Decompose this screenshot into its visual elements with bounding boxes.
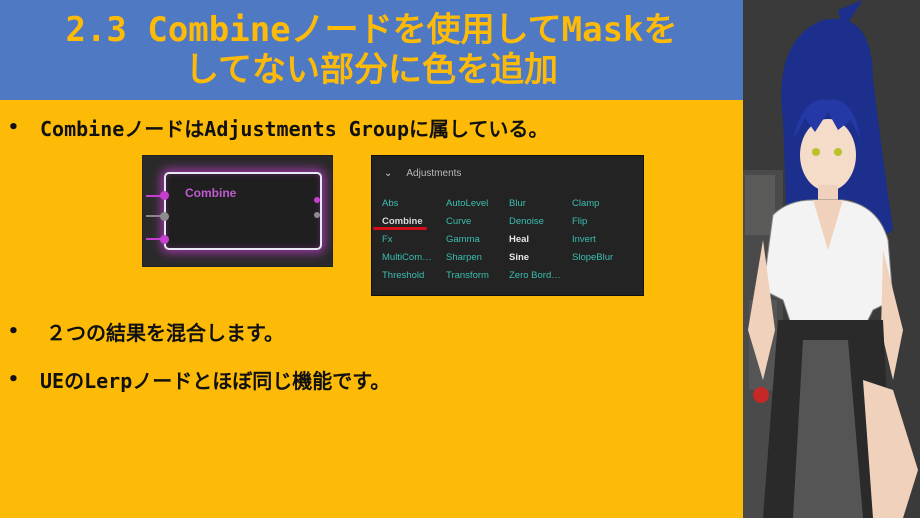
adjustments-header[interactable]: ⌄ Adjustments — [384, 168, 461, 179]
slide: 2.3 Combineノードを使用してMaskを してない部分に色を追加 • C… — [0, 0, 743, 518]
bullet-text: ２つの結果を混合します。 — [46, 320, 284, 345]
node-item-flip[interactable]: Flip — [572, 216, 587, 227]
node-title: Combine — [185, 186, 237, 200]
bullet-text: UEのLerpノードとほぼ同じ機能です。 — [40, 368, 391, 393]
node-item-denoise[interactable]: Denoise — [509, 216, 544, 227]
input-pin-background[interactable] — [160, 212, 169, 221]
bullet-text: CombineノードはAdjustments Groupに属している。 — [40, 116, 549, 141]
node-item-clamp[interactable]: Clamp — [572, 198, 599, 209]
node-item-abs[interactable]: Abs — [382, 198, 398, 209]
title-line-1: 2.3 Combineノードを使用してMaskを — [65, 10, 678, 50]
slide-title: 2.3 Combineノードを使用してMaskを してない部分に色を追加 — [65, 10, 677, 90]
input-pin-mask[interactable] — [160, 235, 169, 244]
node-item-curve[interactable]: Curve — [446, 216, 471, 227]
bullet-mark: • — [8, 368, 19, 390]
title-line-2: してない部分に色を追加 — [185, 50, 558, 90]
output-pin[interactable] — [314, 197, 320, 203]
node-item-blur[interactable]: Blur — [509, 198, 526, 209]
character-illustration — [743, 0, 920, 518]
node-item-transform[interactable]: Transform — [446, 270, 489, 281]
node-item-slopeblur[interactable]: SlopeBlur — [572, 252, 613, 263]
character-illustration-svg — [743, 0, 918, 518]
node-item-threshold[interactable]: Threshold — [382, 270, 424, 281]
node-item-invert[interactable]: Invert — [572, 234, 596, 245]
chevron-down-icon: ⌄ — [384, 168, 393, 179]
highlight-underline — [373, 227, 427, 230]
node-item-multicombine[interactable]: MultiCom… — [382, 252, 432, 263]
output-pin[interactable] — [314, 212, 320, 218]
node-item-combine[interactable]: Combine — [382, 216, 423, 227]
node-item-autolevel[interactable]: AutoLevel — [446, 198, 488, 209]
node-item-sine[interactable]: Sine — [509, 252, 529, 263]
node-item-gamma[interactable]: Gamma — [446, 234, 480, 245]
bullet-mark: • — [8, 320, 19, 342]
adjustments-panel: ⌄ Adjustments Abs AutoLevel Blur Clamp C… — [372, 156, 643, 295]
title-bar: 2.3 Combineノードを使用してMaskを してない部分に色を追加 — [0, 0, 743, 100]
adjustments-header-label: Adjustments — [406, 168, 462, 179]
node-item-sharpen[interactable]: Sharpen — [446, 252, 482, 263]
combine-node[interactable]: Combine — [164, 172, 322, 250]
combine-node-screenshot: Combine — [143, 156, 332, 266]
node-item-fx[interactable]: Fx — [382, 234, 393, 245]
node-item-heal[interactable]: Heal — [509, 234, 529, 245]
node-item-zeroborder[interactable]: Zero Bord… — [509, 270, 561, 281]
bullet-mark: • — [8, 116, 19, 138]
input-pin-foreground[interactable] — [160, 191, 169, 200]
